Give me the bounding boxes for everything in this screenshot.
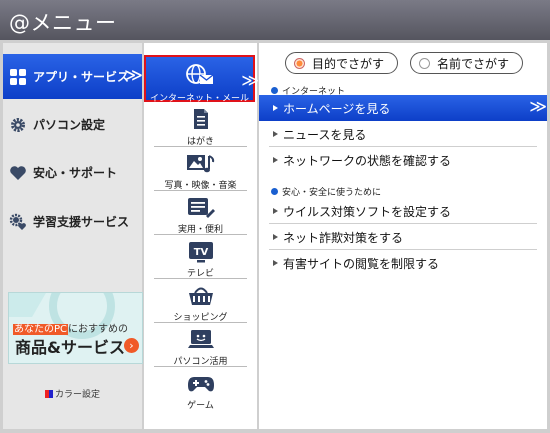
divider [154,278,247,279]
triangle-right-icon [273,260,278,266]
search-by-name-button[interactable]: 名前でさがす [410,52,523,74]
content-panel: 目的でさがす 名前でさがす インターネット ホームページを見る ≫ ニュースを見… [259,43,547,429]
grid-icon [9,68,27,86]
sidebar-item-label: 学習支援サービス [33,215,130,229]
link-restrict-harmful-sites[interactable]: 有害サイトの閲覧を制限する [259,250,547,276]
gear-heart-icon [9,213,27,231]
triangle-right-icon [273,105,278,111]
search-by-name-label: 名前でさがす [437,56,510,71]
globe-mail-icon [146,63,253,87]
category-shopping[interactable]: ショッピング [144,281,257,325]
category-column: インターネット・メール ≫ はがき 写真・映像・音楽 実用・便利 TV テレビ [144,43,259,429]
banner-text-line2: 商品&サービス [15,338,125,357]
link-label: ネットワークの状態を確認する [283,154,452,168]
bullet-icon [271,87,278,94]
link-label: ウイルス対策ソフトを設定する [283,205,452,219]
category-utility[interactable]: 実用・便利 [144,193,257,237]
category-label: インターネット・メール [149,94,249,104]
search-by-purpose-label: 目的でさがす [312,56,385,71]
svg-text:TV: TV [193,247,208,258]
link-view-homepage[interactable]: ホームページを見る ≫ [259,95,547,121]
sidebar-item-label: パソコン設定 [33,118,106,132]
section-title: 安心・安全に使うために [282,188,382,198]
color-setting-label: カラー設定 [54,390,100,400]
sidebar-item-safety-support[interactable]: 安心・サポート [3,150,142,195]
search-by-purpose-button[interactable]: 目的でさがす [285,52,398,74]
category-label: ゲーム [187,401,214,411]
title-bar: @メニュー [0,0,550,40]
divider [154,234,247,235]
color-swatch-icon [44,390,53,398]
radio-selected-icon [294,57,305,69]
divider [154,322,247,323]
photo-music-icon [144,152,257,176]
shopping-basket-icon [144,284,257,308]
sidebar-item-label: アプリ・サービス [33,70,130,84]
link-label: ニュースを見る [283,128,367,142]
triangle-right-icon [273,131,278,137]
category-photo-video-music[interactable]: 写真・映像・音楽 [144,149,257,193]
link-label: 有害サイトの閲覧を制限する [283,257,440,271]
category-tv[interactable]: TV テレビ [144,237,257,281]
arrow-circle-icon: › [124,338,139,353]
link-check-network[interactable]: ネットワークの状態を確認する [259,147,547,173]
link-view-news[interactable]: ニュースを見る [259,121,547,147]
main-sidebar: アプリ・サービス ≫ パソコン設定 安心・サポート 学習支援サービス あなたのP… [3,43,143,429]
postcard-icon [144,108,257,132]
recommend-banner[interactable]: あなたのPCにおすすめの 商品&サービス › [8,292,143,364]
link-label: ホームページを見る [283,102,391,116]
heart-icon [9,164,27,182]
banner-decoration [9,293,46,317]
window-title: @メニュー [9,11,117,35]
utility-icon [144,196,257,220]
link-antivirus-settings[interactable]: ウイルス対策ソフトを設定する [259,198,547,224]
triangle-right-icon [273,234,278,240]
divider [154,190,247,191]
tv-icon: TV [144,240,257,264]
link-label: ネット詐欺対策をする [283,231,404,245]
gamepad-icon [144,372,257,396]
radio-unselected-icon [419,57,430,69]
category-postcard[interactable]: はがき [144,105,257,149]
chevron-right-icon: ≫ [124,65,143,86]
divider [154,366,247,367]
bullet-icon [271,188,278,195]
sidebar-item-apps-services[interactable]: アプリ・サービス ≫ [3,54,143,99]
sidebar-item-pc-settings[interactable]: パソコン設定 [3,102,142,147]
gear-icon [9,116,27,134]
color-setting-link[interactable]: カラー設定 [3,387,142,400]
category-internet-mail[interactable]: インターネット・メール ≫ [144,55,259,104]
category-pc-use[interactable]: パソコン活用 [144,325,257,369]
sidebar-item-learning-support[interactable]: 学習支援サービス [3,199,142,244]
pc-user-icon [144,328,257,352]
chevron-right-icon: ≫ [529,97,547,117]
category-game[interactable]: ゲーム [144,369,257,413]
link-fraud-protection[interactable]: ネット詐欺対策をする [259,224,547,250]
sidebar-item-label: 安心・サポート [33,166,118,180]
triangle-right-icon [273,157,278,163]
divider [154,146,247,147]
banner-text-line1: あなたのPCにおすすめの [13,320,128,335]
section-heading-safety: 安心・安全に使うために [271,185,381,198]
chevron-right-icon: ≫ [241,71,259,91]
triangle-right-icon [273,208,278,214]
